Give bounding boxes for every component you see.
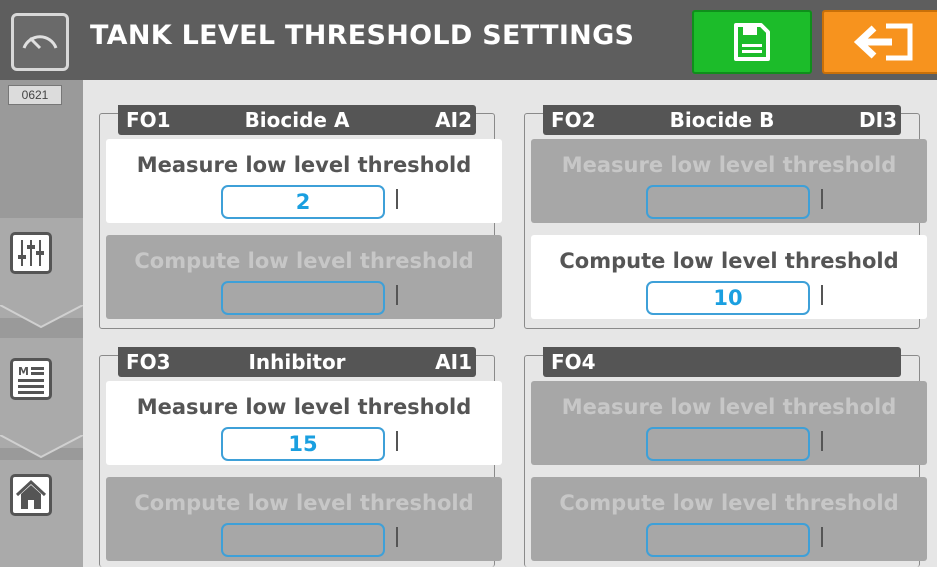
- section-name: Biocide A: [244, 108, 350, 132]
- save-button[interactable]: [692, 10, 812, 74]
- header-bar: TANK LEVEL THRESHOLD SETTINGS: [0, 0, 937, 80]
- section-input: AI2: [435, 108, 472, 132]
- list-icon: M: [10, 358, 52, 400]
- compute-panel: Compute low level threshold: [106, 477, 502, 561]
- measure-threshold-input: [646, 185, 810, 219]
- measure-threshold-input[interactable]: 2: [221, 185, 385, 219]
- section-fo2: FO2 Biocide B DI3 Measure low level thre…: [524, 105, 927, 329]
- compute-label: Compute low level threshold: [134, 491, 474, 515]
- section-header: FO3 Inhibitor AI1: [118, 347, 476, 377]
- section-fo4: FO4 Measure low level threshold Compute …: [524, 347, 927, 567]
- compute-threshold-input[interactable]: 10: [646, 281, 810, 315]
- counter-badge: 0621: [8, 85, 62, 105]
- measure-threshold-input: [646, 427, 810, 461]
- sliders-icon: [10, 232, 52, 274]
- measure-label: Measure low level threshold: [561, 395, 897, 419]
- section-fo3: FO3 Inhibitor AI1 Measure low level thre…: [99, 347, 502, 567]
- section-fo1: FO1 Biocide A AI2 Measure low level thre…: [99, 105, 502, 329]
- section-name: Biocide B: [669, 108, 775, 132]
- compute-label: Compute low level threshold: [559, 249, 899, 273]
- compute-threshold-input: [221, 281, 385, 315]
- gauge-icon[interactable]: [11, 13, 69, 71]
- measure-label: Measure low level threshold: [136, 153, 472, 177]
- sidebar-item-list[interactable]: M: [0, 338, 83, 459]
- sidebar-item-settings[interactable]: [0, 218, 83, 329]
- measure-label: Measure low level threshold: [561, 153, 897, 177]
- sidebar-item-home[interactable]: [0, 460, 83, 567]
- section-name: Inhibitor: [248, 350, 346, 374]
- section-input: AI1: [435, 350, 472, 374]
- compute-label: Compute low level threshold: [559, 491, 899, 515]
- unit-indicator: [821, 189, 823, 209]
- section-header: FO2 Biocide B DI3: [543, 105, 901, 135]
- section-header: FO1 Biocide A AI2: [118, 105, 476, 135]
- unit-indicator: [396, 431, 398, 451]
- unit-indicator: [396, 189, 398, 209]
- compute-threshold-input: [646, 523, 810, 557]
- compute-threshold-input: [221, 523, 385, 557]
- compute-label: Compute low level threshold: [134, 249, 474, 273]
- save-icon: [734, 23, 770, 61]
- svg-text:M: M: [18, 365, 29, 378]
- section-input: DI3: [859, 108, 897, 132]
- unit-indicator: [821, 285, 823, 305]
- compute-panel: Compute low level threshold: [531, 477, 927, 561]
- exit-icon: [854, 23, 913, 61]
- compute-panel: Compute low level threshold: [106, 235, 502, 319]
- measure-label: Measure low level threshold: [136, 395, 472, 419]
- section-id: FO4: [551, 350, 596, 374]
- unit-indicator: [396, 285, 398, 305]
- home-icon: [10, 474, 52, 516]
- compute-panel: Compute low level threshold 10: [531, 235, 927, 319]
- unit-indicator: [396, 527, 398, 547]
- measure-threshold-input[interactable]: 15: [221, 427, 385, 461]
- measure-panel: Measure low level threshold 15: [106, 381, 502, 465]
- measure-panel: Measure low level threshold: [531, 381, 927, 465]
- measure-panel: Measure low level threshold 2: [106, 139, 502, 223]
- section-header: FO4: [543, 347, 901, 377]
- sidebar: 0621 M: [0, 80, 83, 567]
- exit-button[interactable]: [822, 10, 937, 74]
- unit-indicator: [821, 527, 823, 547]
- page-title: TANK LEVEL THRESHOLD SETTINGS: [90, 20, 635, 51]
- unit-indicator: [821, 431, 823, 451]
- measure-panel: Measure low level threshold: [531, 139, 927, 223]
